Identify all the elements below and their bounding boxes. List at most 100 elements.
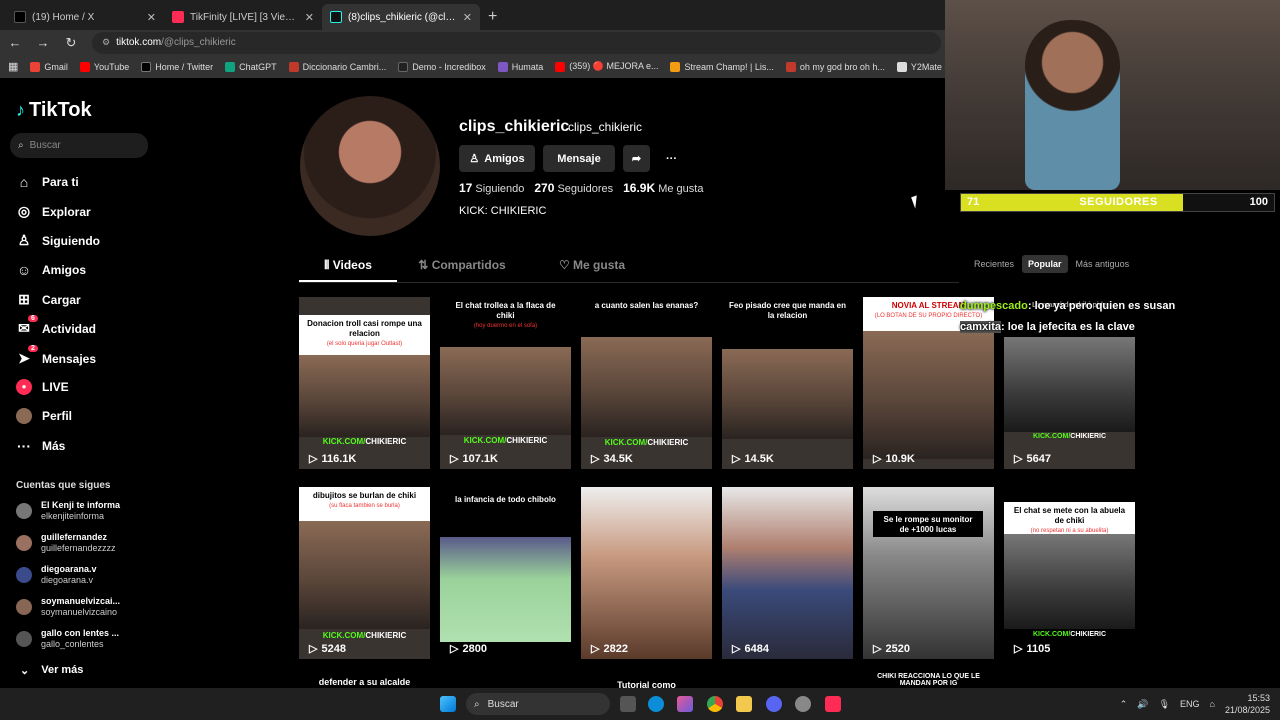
followed-account[interactable]: El Kenji te informa elkenjiteinforma [16,500,120,522]
bookmark-label: Stream Champ! | Lis... [684,61,774,72]
site-info-icon[interactable]: ⚙ [102,37,110,48]
profile-tabs: ⦀ Videos ⇅ Compartidos ♡ Me gusta [299,258,959,282]
discord-icon[interactable] [766,696,782,712]
bookmark[interactable]: YouTube [79,61,129,72]
speaker-icon[interactable]: 🔊 [1137,699,1148,710]
forward-icon[interactable]: → [36,35,50,50]
chevron-up-icon[interactable]: ⌃ [1120,699,1128,710]
video-card[interactable]: El chat trollea a la flaca de chiki (hoy … [440,297,571,469]
tiktok-logo[interactable]: ♪ TikTok [16,99,92,122]
browser-tab-active[interactable]: (8)clips_chikieric (@clips_chikieric ✕ [322,4,480,30]
nav-profile[interactable]: ● Perfil [16,408,72,424]
bookmark[interactable]: (359) 🔴 MEJORA e... [555,61,658,72]
nav-upload[interactable]: ⊞ Cargar [16,291,81,308]
nav-more[interactable]: ··· Más [16,438,65,454]
task-view-icon[interactable] [620,696,636,712]
tiktok-favicon-icon [330,11,342,23]
bookmark[interactable]: Humata [497,61,543,72]
bookmark[interactable]: Stream Champ! | Lis... [670,61,774,72]
video-card[interactable]: Feo pisado cree que manda en la relacion… [722,297,853,469]
bookmark[interactable]: Demo - Incredibox [398,61,486,72]
followed-account[interactable]: diegoarana.v diegoarana.v [16,564,97,586]
view-count: ▷ 107.1K [450,452,498,466]
network-icon[interactable]: ⌂ [1210,699,1215,709]
friends-button[interactable]: ♙ Amigos [459,145,535,172]
system-tray: ⌃ 🔊 🎙 ENG ⌂ 15:53 21/08/2025 [1120,692,1270,716]
close-tab-icon[interactable]: ✕ [463,11,472,24]
more-options-button[interactable]: ··· [657,145,686,172]
obs-icon[interactable] [795,696,811,712]
bookmark[interactable]: Home / Twitter [141,61,213,72]
bookmark[interactable]: Gmail [30,61,68,72]
nav-friends[interactable]: ☺ Amigos [16,262,86,278]
sort-popular[interactable]: Popular [1022,255,1068,273]
video-thumbnail [299,521,430,629]
video-card[interactable]: Se le rompe su monitor de +1000 lucas ▷ 2… [863,487,994,659]
video-card[interactable]: Donacion troll casi rompe una relacion (e… [299,297,430,469]
video-caption: la infancia de todo chibolo [440,491,571,521]
tab-videos[interactable]: ⦀ Videos [299,258,397,282]
share-button[interactable]: ➦ [623,145,650,172]
logo-text: TikTok [29,99,92,121]
view-count-value: 2800 [462,642,487,655]
file-explorer-icon[interactable] [736,696,752,712]
close-tab-icon[interactable]: ✕ [305,11,314,24]
video-card[interactable]: dibujitos se burlan de chiki (su flaca ta… [299,487,430,659]
windows-start-icon[interactable] [440,696,456,712]
caption-text: Donacion troll casi rompe una relacion [307,319,422,338]
see-more-button[interactable]: ⌄ Ver más [20,664,83,677]
new-tab-button[interactable]: + [480,4,505,30]
bookmark[interactable]: Diccionario Cambri... [288,61,386,72]
compass-icon: ◎ [17,203,31,219]
browser-tab[interactable]: (19) Home / X ✕ [6,4,164,30]
bookmark-label: Gmail [44,61,68,72]
bookmark[interactable]: Y2Mate - Convertid... [896,61,945,72]
caption-text: a cuanto salen las enanas? [594,301,699,310]
video-card[interactable]: la infancia de todo chibolo ▷ 2800 [440,487,571,659]
bookmark[interactable]: ChatGPT [225,61,277,72]
chevron-down-icon: ⌄ [20,665,30,677]
video-card[interactable]: ▷ 6484 [722,487,853,659]
browser-tab[interactable]: TikFinity [LIVE] [3 Viewers] ✕ [164,4,322,30]
followed-account[interactable]: soymanuelvizcai... soymanuelvizcaino [16,596,120,618]
chrome-icon[interactable] [707,696,723,712]
followed-account[interactable]: guillefernandez guillefernandezzzz [16,532,116,554]
close-tab-icon[interactable]: ✕ [147,11,156,24]
nav-messages[interactable]: ➤ 2 Mensajes [16,345,96,367]
sort-oldest[interactable]: Más antiguos [1070,255,1136,273]
sort-options: Recientes Popular Más antiguos [968,255,1135,273]
apps-grid-icon[interactable]: ▦ [8,60,18,73]
nav-following[interactable]: ♙ Siguiendo [16,232,100,249]
bookmark[interactable]: oh my god bro oh h... [785,61,885,72]
message-button[interactable]: Mensaje [543,145,615,172]
following-stat[interactable]: 17 Siguiendo [459,181,524,195]
nav-activity[interactable]: ✉ 6 Actividad [16,315,96,337]
share-icon: ➦ [631,153,642,165]
play-icon: ▷ [450,643,459,655]
tab-shared[interactable]: ⇅ Compartidos [397,258,527,282]
taskbar-search[interactable]: ⌕ Buscar [466,693,610,715]
microphone-icon[interactable]: 🎙 [1159,699,1170,710]
kick-suffix: CHIKIERIC [1070,631,1107,638]
followed-account[interactable]: gallo con lentes ... gallo_conlentes [16,628,119,650]
url-field[interactable]: ⚙ tiktok.com/@clips_chikieric [92,31,941,54]
copilot-icon[interactable] [677,696,693,712]
back-icon[interactable]: ← [8,35,22,50]
video-card[interactable]: a cuanto salen las enanas? KICK.COM/CHIK… [581,297,712,469]
reload-icon[interactable]: ↻ [64,35,78,51]
nav-explore[interactable]: ◎ Explorar [16,203,91,220]
followers-stat[interactable]: 270 Seguidores [534,181,613,195]
sort-recent[interactable]: Recientes [968,255,1020,273]
nav-for-you[interactable]: ⌂ Para ti [16,174,79,190]
nav-live[interactable]: ● LIVE [16,379,69,395]
language-indicator[interactable]: ENG [1180,699,1200,709]
video-thumbnail [1004,534,1135,629]
tab-liked[interactable]: ♡ Me gusta [527,258,657,282]
video-card[interactable]: El chat se mete con la abuela de chiki (n… [1004,487,1135,659]
video-card[interactable]: ▷ 2822 [581,487,712,659]
tabs-divider [299,282,959,283]
tiktok-app-icon[interactable] [825,696,841,712]
edge-icon[interactable] [648,696,664,712]
clock[interactable]: 15:53 21/08/2025 [1225,692,1270,716]
search-input[interactable]: ⌕ Buscar [10,133,148,158]
